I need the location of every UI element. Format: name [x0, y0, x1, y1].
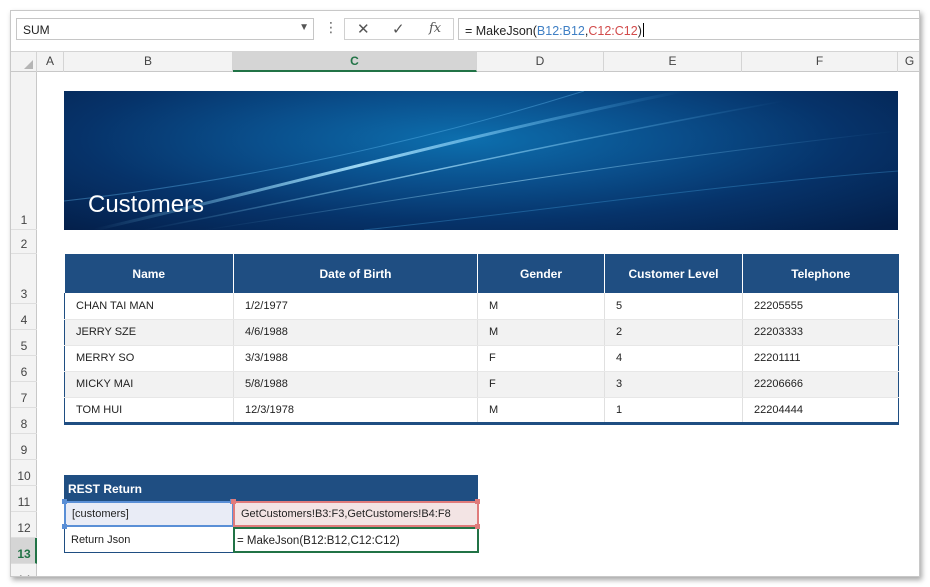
row-header-1[interactable]: 1 [11, 72, 37, 230]
table-cell[interactable]: 22206666 [742, 371, 899, 398]
column-header-b[interactable]: B [64, 52, 233, 72]
table-cell[interactable]: F [477, 371, 605, 398]
cell-c12[interactable]: GetCustomers!B3:F3,GetCustomers!B4:F8 [233, 501, 479, 527]
table-cell[interactable]: M [477, 319, 605, 346]
enter-icon[interactable]: ✓ [392, 20, 405, 38]
formula-text: = MakeJson(B12:B12,C12:C12) [465, 23, 644, 38]
table-cell[interactable]: CHAN TAI MAN [64, 293, 234, 320]
table-cell[interactable]: JERRY SZE [64, 319, 234, 346]
table-cell[interactable]: 1 [604, 397, 743, 425]
range-handle-icon[interactable] [62, 499, 67, 504]
table-cell[interactable]: 22203333 [742, 319, 899, 346]
table-row: JERRY SZE 4/6/1988 M 2 22203333 [64, 319, 899, 346]
row-header-6[interactable]: 6 [11, 356, 37, 382]
table-cell[interactable]: M [477, 397, 605, 425]
row-header-13[interactable]: 13 [11, 538, 37, 564]
row-header-10[interactable]: 10 [11, 460, 37, 486]
more-options-icon[interactable]: ⋮ [324, 19, 338, 36]
formula-buttons: ✕ ✓ fx [344, 18, 454, 40]
name-box-dropdown-icon[interactable]: ▼ [299, 22, 309, 33]
row-header-4[interactable]: 4 [11, 304, 37, 330]
table-cell[interactable]: F [477, 345, 605, 372]
row-header-7[interactable]: 7 [11, 382, 37, 408]
customers-table: Name Date of Birth Gender Customer Level… [64, 254, 899, 425]
range-handle-icon[interactable] [475, 499, 480, 504]
column-header-f[interactable]: F [742, 52, 898, 72]
table-row: CHAN TAI MAN 1/2/1977 M 5 22205555 [64, 293, 899, 320]
table-cell[interactable]: 4 [604, 345, 743, 372]
table-cell[interactable]: 12/3/1978 [233, 397, 478, 425]
column-header-c[interactable]: C [233, 52, 477, 72]
cell-b12[interactable]: [customers] [64, 501, 234, 527]
table-cell[interactable]: 3 [604, 371, 743, 398]
table-cell[interactable]: 5 [604, 293, 743, 320]
row-header-5[interactable]: 5 [11, 330, 37, 356]
select-all-button[interactable] [11, 52, 37, 72]
name-box[interactable]: SUM ▼ [16, 18, 314, 40]
table-header-row: Name Date of Birth Gender Customer Level… [64, 254, 899, 293]
table-cell[interactable]: M [477, 293, 605, 320]
formula-input[interactable]: = MakeJson(B12:B12,C12:C12) [458, 18, 919, 40]
column-header-e[interactable]: E [604, 52, 742, 72]
table-row: MERRY SO 3/3/1988 F 4 22201111 [64, 345, 899, 372]
header-date-of-birth[interactable]: Date of Birth [233, 254, 478, 293]
header-telephone[interactable]: Telephone [742, 254, 899, 293]
cell-c13-active[interactable]: = MakeJson(B12:B12,C12:C12) [233, 527, 479, 553]
table-cell[interactable]: 22204444 [742, 397, 899, 425]
range-handle-icon[interactable] [62, 524, 67, 529]
column-header-bar: A B C D E F G [11, 51, 919, 72]
name-box-value: SUM [23, 23, 50, 37]
select-all-triangle-icon [24, 60, 33, 69]
table-row: MICKY MAI 5/8/1988 F 3 22206666 [64, 371, 899, 398]
formula-bar: SUM ▼ ⋮ ✕ ✓ fx = MakeJson(B12:B12,C12:C1… [11, 11, 919, 46]
cancel-icon[interactable]: ✕ [357, 20, 370, 38]
header-customer-level[interactable]: Customer Level [604, 254, 743, 293]
table-cell[interactable]: MERRY SO [64, 345, 234, 372]
table-cell[interactable]: 1/2/1977 [233, 293, 478, 320]
text-caret [642, 23, 644, 37]
table-cell[interactable]: 2 [604, 319, 743, 346]
row-header-11[interactable]: 11 [11, 486, 37, 512]
cell-b13[interactable]: Return Json [64, 527, 234, 553]
range-handle-icon[interactable] [231, 499, 236, 504]
row-header-2[interactable]: 2 [11, 230, 37, 254]
table-cell[interactable]: 4/6/1988 [233, 319, 478, 346]
customers-banner: Customers [64, 91, 898, 230]
table-cell[interactable]: 22205555 [742, 293, 899, 320]
row-header-12[interactable]: 12 [11, 512, 37, 538]
table-cell[interactable]: 3/3/1988 [233, 345, 478, 372]
rest-return-header[interactable]: REST Return [64, 475, 478, 501]
column-header-a[interactable]: A [37, 52, 64, 72]
table-cell[interactable]: MICKY MAI [64, 371, 234, 398]
row-header-3[interactable]: 3 [11, 254, 37, 304]
excel-window: SUM ▼ ⋮ ✕ ✓ fx = MakeJson(B12:B12,C12:C1… [10, 10, 920, 577]
header-gender[interactable]: Gender [477, 254, 605, 293]
row-header-9[interactable]: 9 [11, 434, 37, 460]
header-name[interactable]: Name [64, 254, 234, 293]
column-header-g[interactable]: G [898, 52, 919, 72]
banner-title: Customers [88, 191, 205, 218]
table-cell[interactable]: 22201111 [742, 345, 899, 372]
table-cell[interactable]: 5/8/1988 [233, 371, 478, 398]
table-row: TOM HUI 12/3/1978 M 1 22204444 [64, 397, 899, 425]
range-handle-icon[interactable] [475, 524, 480, 529]
row-header-bar: 1 2 3 4 5 6 7 8 9 10 11 12 13 14 [11, 72, 37, 576]
column-header-d[interactable]: D [477, 52, 604, 72]
row-header-14[interactable]: 14 [11, 564, 37, 576]
table-cell[interactable]: TOM HUI [64, 397, 234, 425]
insert-function-icon[interactable]: fx [429, 21, 441, 36]
row-header-8[interactable]: 8 [11, 408, 37, 434]
